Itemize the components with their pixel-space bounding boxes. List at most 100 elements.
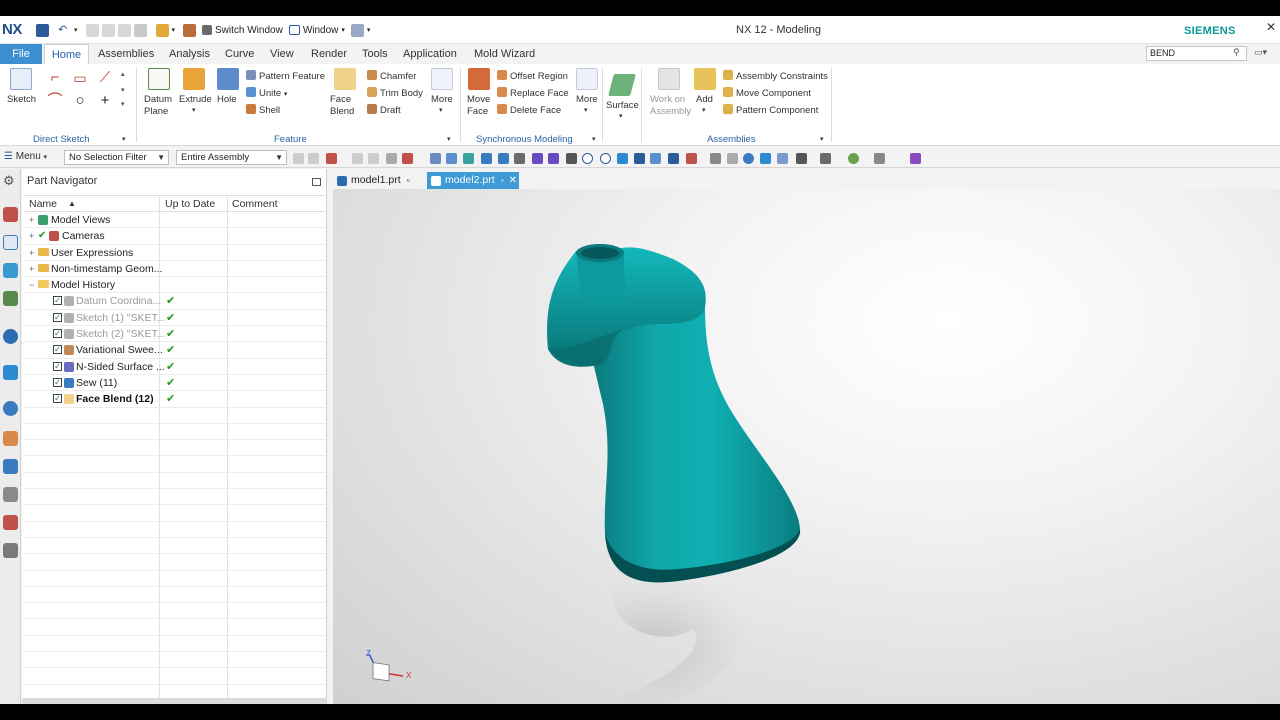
history-palette-icon[interactable] [3, 365, 18, 380]
settings-icon[interactable]: ⚙ [3, 173, 18, 188]
direct-sketch-dropdown-icon[interactable]: ▾ [122, 135, 126, 143]
view-icon[interactable] [777, 153, 788, 164]
tab-application[interactable]: Application [403, 44, 457, 64]
visibility-checkbox[interactable]: ✓ [53, 345, 62, 355]
add-dropdown-icon[interactable]: ▾ [702, 106, 706, 114]
hole-icon[interactable] [217, 68, 239, 90]
selection-icon[interactable] [352, 153, 363, 164]
web-browser-icon[interactable] [3, 329, 18, 344]
paste-icon[interactable] [117, 23, 131, 37]
move-component-button[interactable]: Move Component [723, 87, 811, 99]
line-icon[interactable]: ⟋ [96, 69, 114, 87]
trim-body-button[interactable]: Trim Body [367, 87, 423, 99]
collapse-icon[interactable]: − [29, 280, 34, 290]
tree-row-datum-coordinate-system[interactable]: ✓ Datum Coordina... ✔ [24, 293, 325, 310]
column-header-name[interactable]: Name [29, 198, 57, 210]
tree-row-cameras[interactable]: + ✔ Cameras [24, 228, 325, 245]
selection-icon[interactable] [402, 153, 413, 164]
sync-more-icon[interactable] [576, 68, 598, 90]
tab-model2[interactable]: model2.prt ▫ ✕ [427, 172, 519, 189]
reuse-library-icon[interactable] [3, 263, 18, 278]
selection-icon[interactable] [368, 153, 379, 164]
snap-icon[interactable] [566, 153, 577, 164]
move-face-icon[interactable] [468, 68, 490, 90]
sketch-icon[interactable] [10, 68, 32, 90]
sketch-gallery-more-icon[interactable]: ▾ [121, 100, 125, 108]
tab-home[interactable]: Home [44, 44, 89, 64]
snap-icon[interactable] [617, 153, 628, 164]
expand-icon[interactable]: + [29, 248, 34, 258]
tree-row-variational-sweep[interactable]: ✓ Variational Swee... ✔ [24, 342, 325, 359]
pattern-component-button[interactable]: Pattern Component [723, 104, 818, 116]
sketch-gallery-up-icon[interactable]: ▴ [121, 70, 125, 78]
sort-ascending-icon[interactable]: ▲ [68, 199, 76, 208]
repeat-command-icon[interactable] [133, 23, 147, 37]
tree-row-model-history[interactable]: − Model History [24, 277, 325, 294]
expand-icon[interactable]: + [29, 264, 34, 274]
window-menu-button[interactable]: Window [303, 25, 339, 36]
graphics-window[interactable]: X Z [333, 189, 1280, 704]
snap-icon[interactable] [600, 153, 611, 164]
customize-icon[interactable] [350, 23, 364, 37]
hole-button[interactable]: Hole [217, 94, 237, 105]
visibility-checkbox[interactable]: ✓ [53, 296, 62, 306]
assemblies-group-dropdown-icon[interactable]: ▾ [820, 135, 824, 143]
tab-file[interactable]: File [0, 44, 42, 64]
process-studio-icon[interactable] [3, 459, 18, 474]
selection-icon[interactable] [326, 153, 337, 164]
tab-tools[interactable]: Tools [362, 44, 388, 64]
sync-more-button[interactable]: More [576, 94, 598, 105]
last-command-icon[interactable] [183, 23, 197, 37]
datum-plane-button[interactable]: Datum Plane [144, 94, 174, 118]
rectangle-icon[interactable]: ▭ [71, 69, 89, 87]
cut-icon[interactable] [85, 23, 99, 37]
selection-icon[interactable] [386, 153, 397, 164]
extrude-dropdown-icon[interactable]: ▾ [192, 106, 196, 114]
selection-icon[interactable] [293, 153, 304, 164]
menu-button[interactable]: ☰ Menu ▾ [4, 151, 47, 162]
point-icon[interactable]: + [96, 92, 114, 110]
switch-window-button[interactable]: Switch Window [215, 25, 283, 36]
surface-button[interactable]: Surface [606, 100, 639, 111]
undo-dropdown-icon[interactable]: ▾ [74, 26, 78, 34]
replace-face-button[interactable]: Replace Face [497, 87, 569, 99]
add-component-icon[interactable] [694, 68, 716, 90]
column-header-up-to-date[interactable]: Up to Date [165, 198, 215, 210]
unite-button[interactable]: Unite ▾ [246, 87, 287, 99]
feature-group-dropdown-icon[interactable]: ▾ [447, 135, 451, 143]
close-tab-icon[interactable]: ✕ [509, 175, 517, 186]
work-on-assembly-button[interactable]: Work on Assembly [650, 94, 691, 118]
window-dropdown-icon[interactable]: ▾ [341, 26, 345, 34]
extrude-icon[interactable] [183, 68, 205, 90]
part-navigator-icon[interactable] [3, 235, 18, 250]
visibility-checkbox[interactable]: ✓ [53, 312, 62, 322]
touch-mode-icon[interactable] [155, 23, 169, 37]
tree-row-sketch-1[interactable]: ✓ Sketch (1) "SKET... ✔ [24, 309, 325, 327]
refresh-icon[interactable] [743, 153, 754, 164]
view-icon[interactable] [760, 153, 771, 164]
column-header-comment[interactable]: Comment [232, 198, 278, 210]
expand-icon[interactable]: + [29, 215, 34, 225]
tree-row-non-timestamp-geometry[interactable]: + Non-timestamp Geom... [24, 260, 325, 278]
view-icon[interactable] [796, 153, 807, 164]
snap-icon[interactable] [548, 153, 559, 164]
touch-dropdown-icon[interactable]: ▾ [172, 26, 176, 34]
visibility-checkbox[interactable]: ✓ [53, 394, 62, 404]
view-icon[interactable] [820, 153, 831, 164]
copy-icon[interactable] [101, 23, 115, 37]
sync-group-dropdown-icon[interactable]: ▾ [592, 135, 596, 143]
snap-icon[interactable] [481, 153, 492, 164]
extrude-button[interactable]: Extrude [179, 94, 212, 105]
feature-more-dropdown-icon[interactable]: ▾ [439, 106, 443, 114]
surface-icon[interactable] [608, 74, 636, 96]
selection-scope-select[interactable]: Entire Assembly ▼ [176, 150, 287, 165]
delete-face-button[interactable]: Delete Face [497, 104, 561, 116]
profile-icon[interactable]: ⌐ [46, 69, 64, 87]
view-icon[interactable] [710, 153, 721, 164]
circle-icon[interactable]: ○ [71, 92, 89, 110]
hd3d-tools-icon[interactable] [3, 291, 18, 306]
snap-icon[interactable] [582, 153, 593, 164]
tab-options-icon[interactable]: ▫ [501, 175, 504, 185]
tab-assemblies[interactable]: Assemblies [98, 44, 154, 64]
type-filter-select[interactable]: No Selection Filter ▼ [64, 150, 169, 165]
